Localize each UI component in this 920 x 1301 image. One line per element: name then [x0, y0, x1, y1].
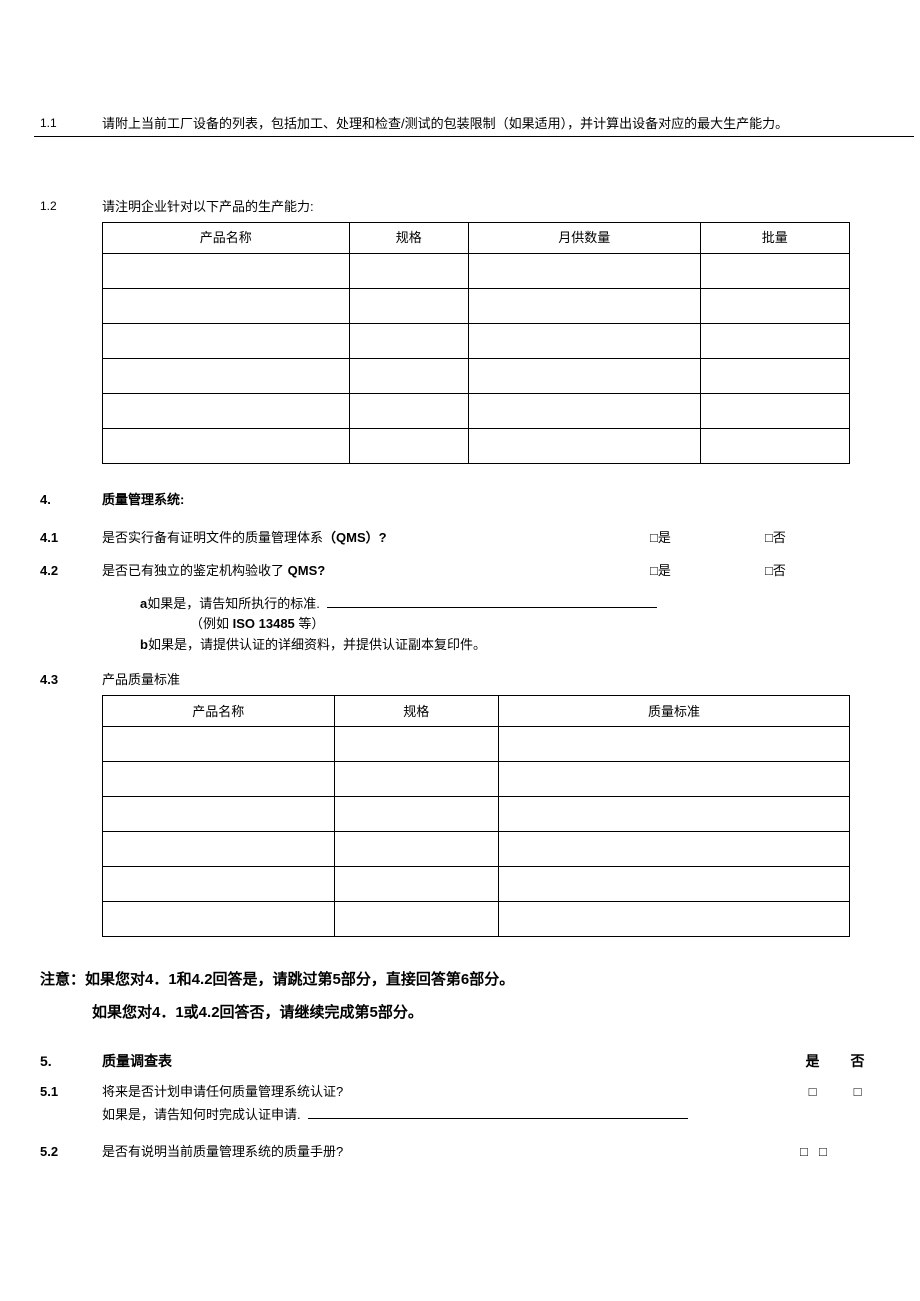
- option-no[interactable]: □否: [765, 561, 880, 581]
- capacity-table-wrap: 产品名称 规格 月供数量 批量: [102, 222, 850, 464]
- question-5-2-options: □ □: [790, 1142, 880, 1162]
- question-options: □是 □否: [650, 528, 880, 548]
- option-no[interactable]: □否: [765, 528, 880, 548]
- question-text-part-b: （QMS）?: [323, 530, 387, 545]
- section-4-heading: 4. 质量管理系统:: [40, 490, 880, 510]
- table-row[interactable]: [103, 727, 850, 762]
- notice-line2: 如果您对4．1或4.2回答否，请继续完成第5部分。: [92, 996, 880, 1029]
- table-row[interactable]: [103, 867, 850, 902]
- question-5-1: 5.1 将来是否计划申请任何质量管理系统认证? 如果是，请告知何时完成认证申请.…: [40, 1082, 880, 1124]
- col-header-spec: 规格: [334, 696, 498, 727]
- question-text: 是否实行备有证明文件的质量管理体系（QMS）?: [102, 528, 650, 548]
- col-header-batch: 批量: [700, 223, 849, 254]
- note-b-label: b: [140, 637, 148, 652]
- yn-header: 是 否: [790, 1051, 880, 1072]
- col-header-standard: 质量标准: [498, 696, 849, 727]
- checkbox-yes[interactable]: □: [790, 1082, 835, 1124]
- option-yes[interactable]: □是: [650, 561, 765, 581]
- quality-standard-table-wrap: 产品名称 规格 质量标准: [102, 695, 850, 937]
- col-header-spec: 规格: [349, 223, 469, 254]
- question-number: 5.2: [40, 1142, 102, 1162]
- question-body: 将来是否计划申请任何质量管理系统认证? 如果是，请告知何时完成认证申请.: [102, 1082, 790, 1124]
- note-b-text: 如果是，请提供认证的详细资料，并提供认证副本复印件。: [148, 637, 486, 652]
- section-title: 质量管理系统:: [102, 490, 880, 510]
- question-4-2: 4.2 是否已有独立的鉴定机构验收了 QMS? □是 □否: [40, 561, 880, 581]
- item-number: 1.1: [40, 114, 102, 132]
- table-row[interactable]: [103, 324, 850, 359]
- table-row[interactable]: [103, 797, 850, 832]
- table-row[interactable]: [103, 429, 850, 464]
- note-a-example: （例如 ISO 13485 等）: [190, 614, 880, 635]
- note-a-example-prefix: （例如: [190, 616, 233, 631]
- capacity-table: 产品名称 规格 月供数量 批量: [102, 222, 850, 464]
- section-title: 质量调查表: [102, 1051, 790, 1072]
- table-row[interactable]: [103, 832, 850, 867]
- checkbox-no[interactable]: □: [819, 1142, 864, 1162]
- question-text: 是否有说明当前质量管理系统的质量手册?: [102, 1142, 790, 1162]
- table-row[interactable]: [103, 394, 850, 429]
- question-number: 4.3: [40, 670, 102, 690]
- question-5-1-line1: 将来是否计划申请任何质量管理系统认证?: [102, 1082, 790, 1102]
- question-text: 是否已有独立的鉴定机构验收了 QMS?: [102, 561, 650, 581]
- question-5-1-fill-line[interactable]: [308, 1104, 688, 1119]
- table-row[interactable]: [103, 289, 850, 324]
- note-a-example-suffix: 等）: [295, 616, 325, 631]
- section-5-heading: 5. 质量调查表 是 否: [40, 1051, 880, 1072]
- question-text-part-a: 是否实行备有证明文件的质量管理体系: [102, 530, 323, 545]
- question-options: □是 □否: [650, 561, 880, 581]
- question-text: 产品质量标准: [102, 670, 880, 690]
- item-text: 请附上当前工厂设备的列表，包括加工、处理和检查/测试的包装限制（如果适用），并计…: [102, 114, 880, 134]
- question-text-plain: 是否已有独立的鉴定机构验收了: [102, 563, 288, 578]
- checkbox-no[interactable]: □: [835, 1082, 880, 1124]
- col-header-product: 产品名称: [103, 696, 335, 727]
- table-row[interactable]: [103, 902, 850, 937]
- option-yes[interactable]: □是: [650, 528, 765, 548]
- question-number: 5.1: [40, 1082, 102, 1124]
- col-header-monthly: 月供数量: [469, 223, 701, 254]
- col-header-product: 产品名称: [103, 223, 350, 254]
- table-row[interactable]: [103, 762, 850, 797]
- item-text: 请注明企业针对以下产品的生产能力:: [102, 197, 880, 217]
- item-1-2: 1.2 请注明企业针对以下产品的生产能力:: [40, 197, 880, 217]
- note-b: b如果是，请提供认证的详细资料，并提供认证副本复印件。: [140, 635, 880, 656]
- col-no: 否: [835, 1051, 880, 1072]
- notice-line1: 注意：如果您对4．1和4.2回答是，请跳过第5部分，直接回答第6部分。: [40, 971, 514, 988]
- question-5-1-line2-text: 如果是，请告知何时完成认证申请.: [102, 1107, 301, 1122]
- question-4-3: 4.3 产品质量标准: [40, 670, 880, 690]
- item-number: 1.2: [40, 197, 102, 215]
- question-5-2: 5.2 是否有说明当前质量管理系统的质量手册? □ □: [40, 1142, 880, 1162]
- quality-standard-table: 产品名称 规格 质量标准: [102, 695, 850, 937]
- notice-block: 注意：如果您对4．1和4.2回答是，请跳过第5部分，直接回答第6部分。 如果您对…: [40, 963, 880, 1029]
- question-4-2-notes: a如果是，请告知所执行的标准. （例如 ISO 13485 等） b如果是，请提…: [140, 593, 880, 656]
- item-1-1: 1.1 请附上当前工厂设备的列表，包括加工、处理和检查/测试的包装限制（如果适用…: [40, 114, 880, 134]
- section-number: 4.: [40, 490, 102, 510]
- question-5-1-line2: 如果是，请告知何时完成认证申请.: [102, 1104, 790, 1125]
- section-number: 5.: [40, 1051, 102, 1072]
- question-number: 4.2: [40, 561, 102, 581]
- note-a-fill-line[interactable]: [327, 593, 657, 608]
- question-5-1-options: □ □: [790, 1082, 880, 1124]
- question-number: 4.1: [40, 528, 102, 548]
- question-4-1: 4.1 是否实行备有证明文件的质量管理体系（QMS）? □是 □否: [40, 528, 880, 548]
- table-row[interactable]: [103, 254, 850, 289]
- note-a-example-bold: ISO 13485: [233, 616, 295, 631]
- note-a-text: 如果是，请告知所执行的标准.: [147, 596, 320, 611]
- col-yes: 是: [790, 1051, 835, 1072]
- note-a: a如果是，请告知所执行的标准.: [140, 593, 880, 615]
- question-text-bold: QMS?: [288, 563, 326, 578]
- table-row[interactable]: [103, 359, 850, 394]
